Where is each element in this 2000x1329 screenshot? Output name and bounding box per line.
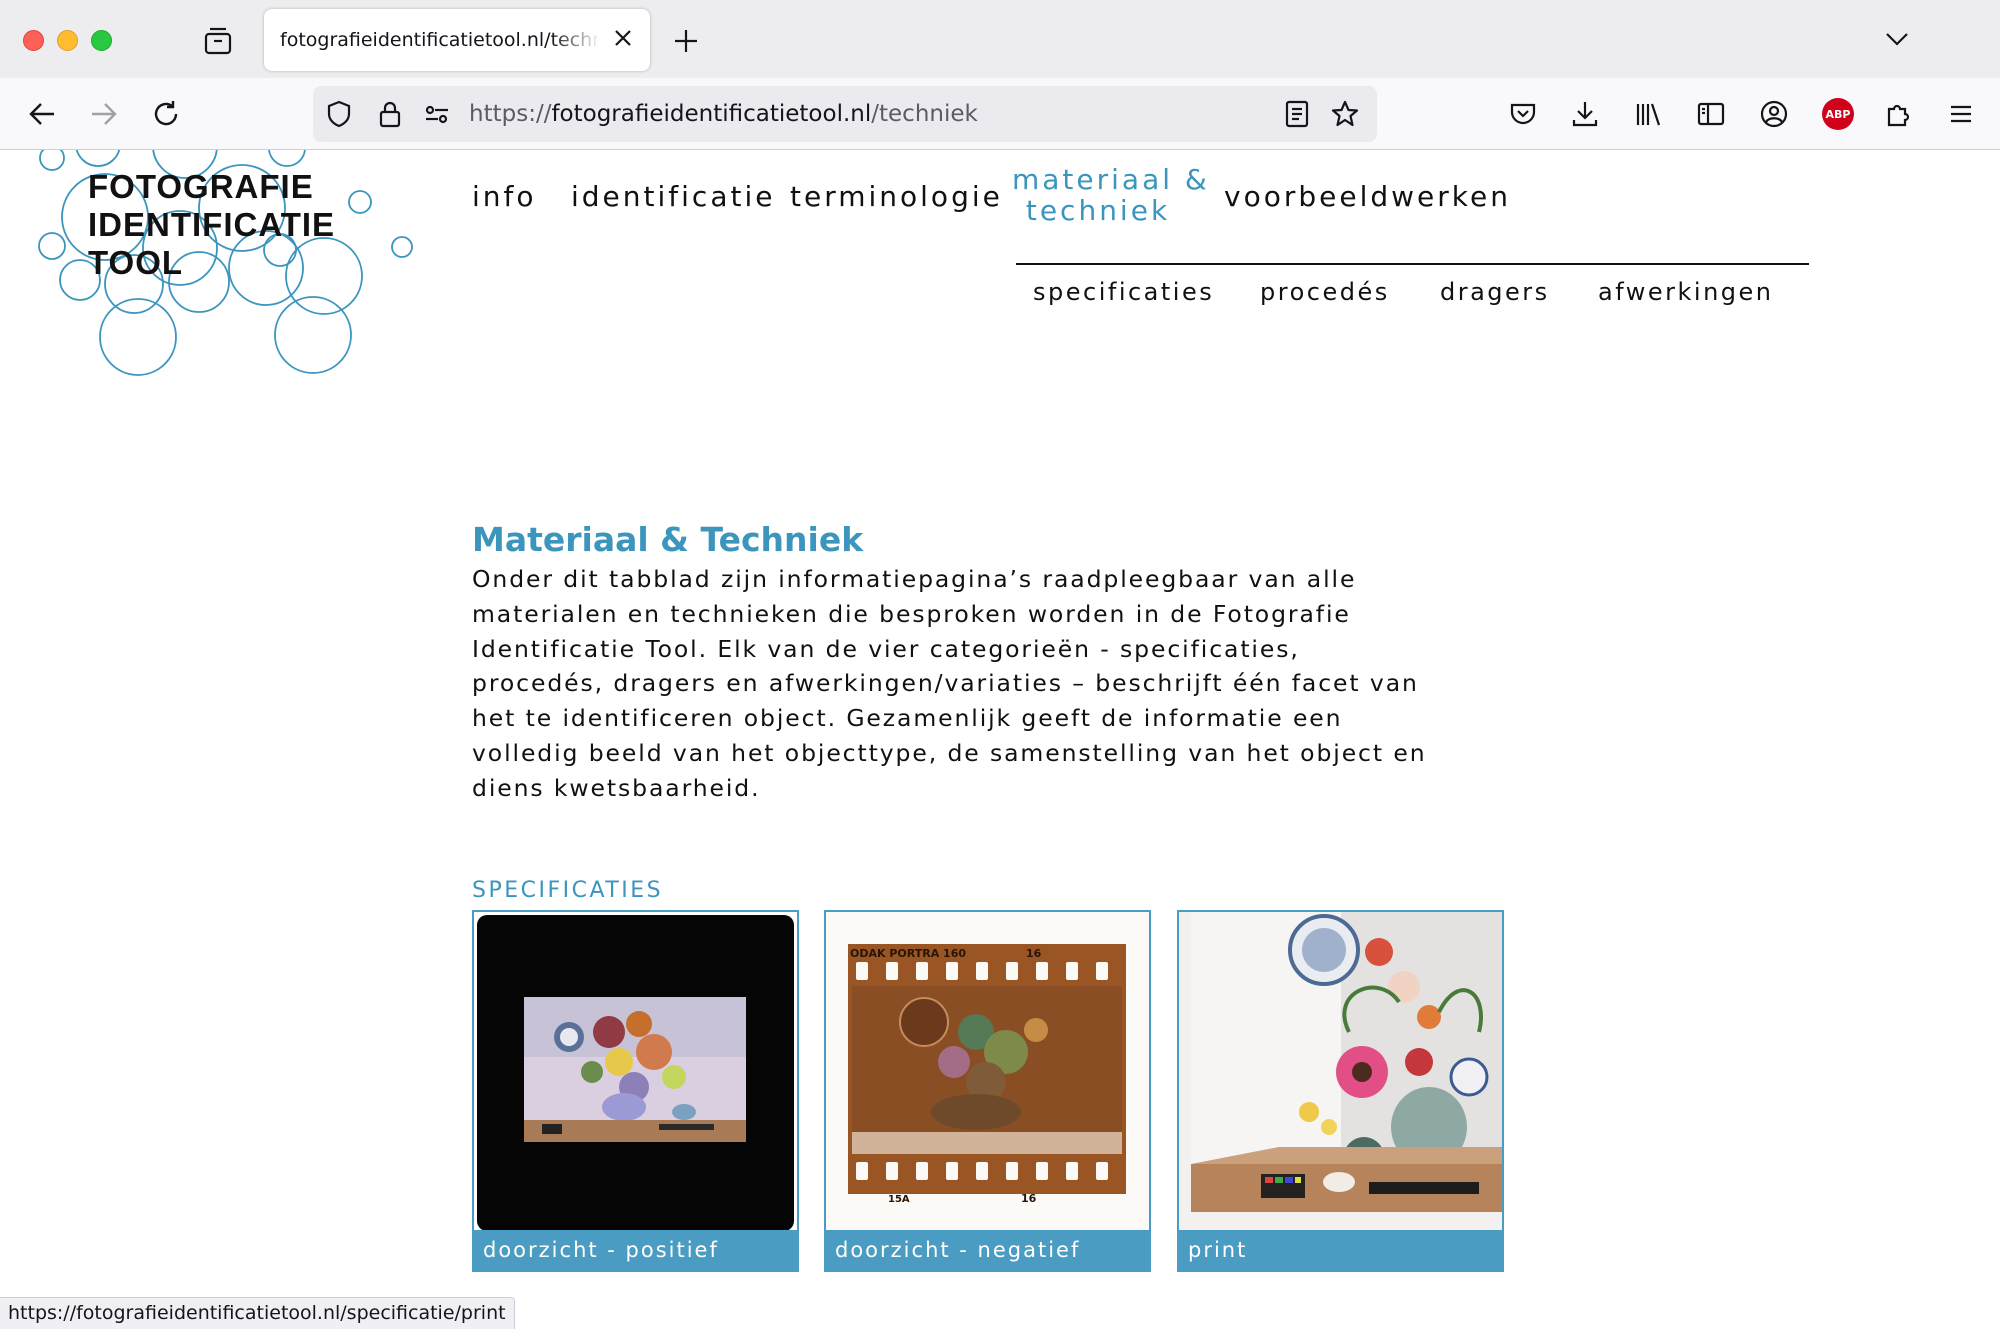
card-thumbnail-negatief: ODAK PORTRA 160 16 15A 16 [826,912,1149,1234]
subnav-item-specificaties[interactable]: specificaties [1033,278,1214,306]
card-doorzicht-positief[interactable]: doorzicht - positief [472,910,799,1272]
library-icon[interactable] [1632,98,1664,130]
url-text[interactable]: https://fotografieidentificatietool.nl/t… [469,101,978,127]
logo-wordmark: FOTOGRAFIE IDENTIFICATIE TOOL [88,168,335,282]
film-frame-number: 16 [1026,947,1042,960]
shield-icon[interactable] [323,98,355,130]
nav-item-materiaal-techniek[interactable]: materiaal & techniek [1012,163,1210,227]
film-frame-number-bottom: 16 [1021,1192,1037,1205]
intro-line: volledig beeld van het objecttype, de sa… [472,738,1427,767]
card-caption: doorzicht - positief [474,1230,797,1270]
reader-view-icon[interactable] [1281,98,1313,130]
card-thumbnail-positief [474,912,797,1234]
card-caption: doorzicht - negatief [826,1230,1149,1270]
site-logo[interactable]: FOTOGRAFIE IDENTIFICATIE TOOL [30,150,430,380]
card-print[interactable]: print [1177,910,1504,1272]
url-scheme: https:// [469,101,552,127]
subnav-item-dragers[interactable]: dragers [1440,278,1550,306]
status-bar-link-preview: https://fotografieidentificatietool.nl/s… [0,1297,515,1329]
sidebar-icon[interactable] [1695,98,1727,130]
film-edge-label: ODAK PORTRA 160 [850,947,966,960]
nav-item-terminologie[interactable]: terminologie [790,180,1003,213]
close-icon[interactable] [612,27,634,49]
nav-item-identificatie[interactable]: identificatie [571,180,775,213]
adblock-plus-icon[interactable]: ABP [1822,98,1854,130]
intro-paragraph: Onder dit tabblad zijn informatiepagina’… [472,562,1427,806]
nav-item-materiaal-line1: materiaal & [1012,163,1210,196]
intro-line: Identificatie Tool. Elk van de vier cate… [472,634,1300,663]
menu-icon[interactable] [1945,98,1977,130]
browser-tab-active[interactable]: fotografieidentificatietool.nl/techniek [264,9,650,71]
intro-line: procedés, dragers en afwerkingen/variati… [472,669,1419,698]
nav-item-info[interactable]: info [472,180,537,213]
logo-line-2: IDENTIFICATIE [88,206,336,243]
back-arrow-icon[interactable] [26,98,58,130]
web-page: FOTOGRAFIE IDENTIFICATIE TOOL info ident… [0,150,2000,1329]
bookmark-star-icon[interactable] [1329,98,1361,130]
subnav-item-procedes[interactable]: procedés [1260,278,1390,306]
card-thumbnail-print [1179,912,1502,1234]
nav-item-voorbeeldwerken[interactable]: voorbeeldwerken [1224,180,1511,213]
tab-title: fotografieidentificatietool.nl/techniek [280,29,600,51]
intro-line: Onder dit tabblad zijn informatiepagina’… [472,565,1357,593]
forward-arrow-icon[interactable] [88,98,120,130]
url-path: /techniek [871,101,978,127]
subnav-item-afwerkingen[interactable]: afwerkingen [1598,278,1773,306]
lock-icon[interactable] [374,98,406,130]
url-host: fotografieidentificatietool.nl [551,101,872,127]
intro-line: materialen en technieken die besproken w… [472,599,1351,628]
logo-line-1: FOTOGRAFIE [88,168,314,205]
nav-item-materiaal-line2: techniek [1025,194,1171,227]
page-title: Materiaal & Techniek [472,520,864,559]
extensions-puzzle-icon[interactable] [1882,98,1914,130]
subnav-divider [1016,263,1809,265]
minimize-window-button[interactable] [57,30,78,51]
address-bar[interactable]: https://fotografieidentificatietool.nl/t… [313,86,1377,142]
section-title-specificaties: SPECIFICATIES [472,878,664,903]
card-caption: print [1179,1230,1502,1270]
card-doorzicht-negatief[interactable]: ODAK PORTRA 160 16 15A 16 doorzicht - ne… [824,910,1151,1272]
adblock-label: ABP [1825,107,1851,121]
film-edge-code: 15A [888,1194,910,1205]
download-icon[interactable] [1569,98,1601,130]
intro-line: het te identificeren object. Gezamenlijk… [472,704,1343,733]
reload-icon[interactable] [150,98,182,130]
browser-toolbar: https://fotografieidentificatietool.nl/t… [0,78,2000,150]
zoom-window-button[interactable] [91,30,112,51]
new-tab-plus-icon[interactable] [672,27,700,55]
close-window-button[interactable] [23,30,44,51]
pocket-icon[interactable] [1507,98,1539,130]
browser-titlebar: fotografieidentificatietool.nl/techniek [0,0,2000,78]
intro-line: diens kwetsbaarheid. [472,773,761,802]
permissions-icon[interactable] [421,98,453,130]
chevron-down-icon[interactable] [1884,28,1910,50]
tab-overview-icon[interactable] [201,26,235,56]
logo-line-3: TOOL [88,244,184,281]
account-icon[interactable] [1758,98,1790,130]
